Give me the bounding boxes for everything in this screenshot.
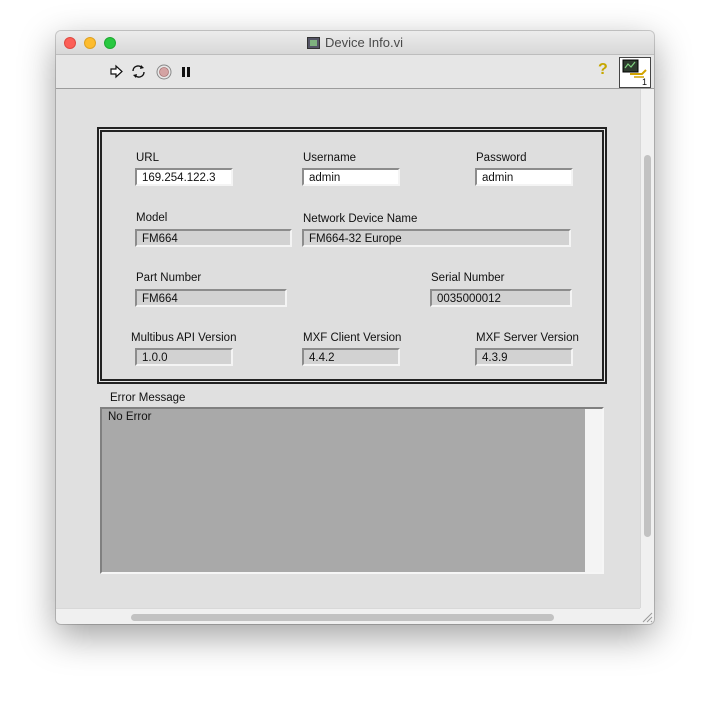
- part-number-indicator: FM664: [135, 289, 287, 307]
- network-device-name-indicator: FM664-32 Europe: [302, 229, 571, 247]
- mxf-server-version-label: MXF Server Version: [476, 332, 579, 344]
- url-label: URL: [136, 152, 160, 164]
- help-icon[interactable]: ?: [598, 61, 608, 79]
- network-device-name-label: Network Device Name: [303, 213, 418, 225]
- serial-number-label: Serial Number: [431, 272, 505, 284]
- abort-stop-icon[interactable]: [155, 63, 172, 80]
- vertical-scroll-thumb[interactable]: [644, 155, 651, 537]
- username-input[interactable]: admin: [302, 168, 400, 186]
- pause-icon[interactable]: [177, 63, 194, 80]
- device-info-cluster: URL 169.254.122.3 Username admin Passwor…: [99, 129, 605, 382]
- model-label: Model: [136, 212, 168, 224]
- model-indicator: FM664: [135, 229, 292, 247]
- connector-badge: 1: [641, 77, 647, 87]
- username-label: Username: [303, 152, 357, 164]
- password-input[interactable]: admin: [475, 168, 573, 186]
- horizontal-scroll-thumb[interactable]: [131, 614, 554, 621]
- serial-number-indicator: 0035000012: [430, 289, 572, 307]
- multibus-api-version-indicator: 1.0.0: [135, 348, 233, 366]
- vi-window: Device Info.vi ? 1 URL 169.254.122.3 Use…: [56, 31, 654, 624]
- title-bar[interactable]: Device Info.vi: [56, 31, 654, 55]
- vertical-scrollbar[interactable]: [640, 89, 654, 608]
- error-message-indicator: No Error: [100, 407, 604, 574]
- run-arrow-icon[interactable]: [108, 63, 125, 80]
- window-title-text: Device Info.vi: [324, 35, 404, 50]
- error-message-text: No Error: [108, 411, 152, 423]
- multibus-api-version-label: Multibus API Version: [131, 332, 237, 344]
- resize-grip-icon[interactable]: [640, 608, 654, 624]
- error-message-label: Error Message: [110, 392, 186, 404]
- part-number-label: Part Number: [136, 272, 202, 284]
- mxf-client-version-label: MXF Client Version: [303, 332, 402, 344]
- vi-connector-icon[interactable]: 1: [619, 57, 651, 88]
- url-input[interactable]: 169.254.122.3: [135, 168, 233, 186]
- mxf-client-version-indicator: 4.4.2: [302, 348, 400, 366]
- error-message-scrollbar[interactable]: [585, 409, 602, 572]
- mxf-server-version-indicator: 4.3.9: [475, 348, 573, 366]
- password-label: Password: [476, 152, 527, 164]
- vi-file-icon: [306, 36, 320, 49]
- window-title: Device Info.vi: [56, 31, 654, 54]
- continuous-run-icon[interactable]: [130, 63, 147, 80]
- toolbar: ? 1: [56, 55, 654, 89]
- horizontal-scrollbar[interactable]: [56, 608, 640, 624]
